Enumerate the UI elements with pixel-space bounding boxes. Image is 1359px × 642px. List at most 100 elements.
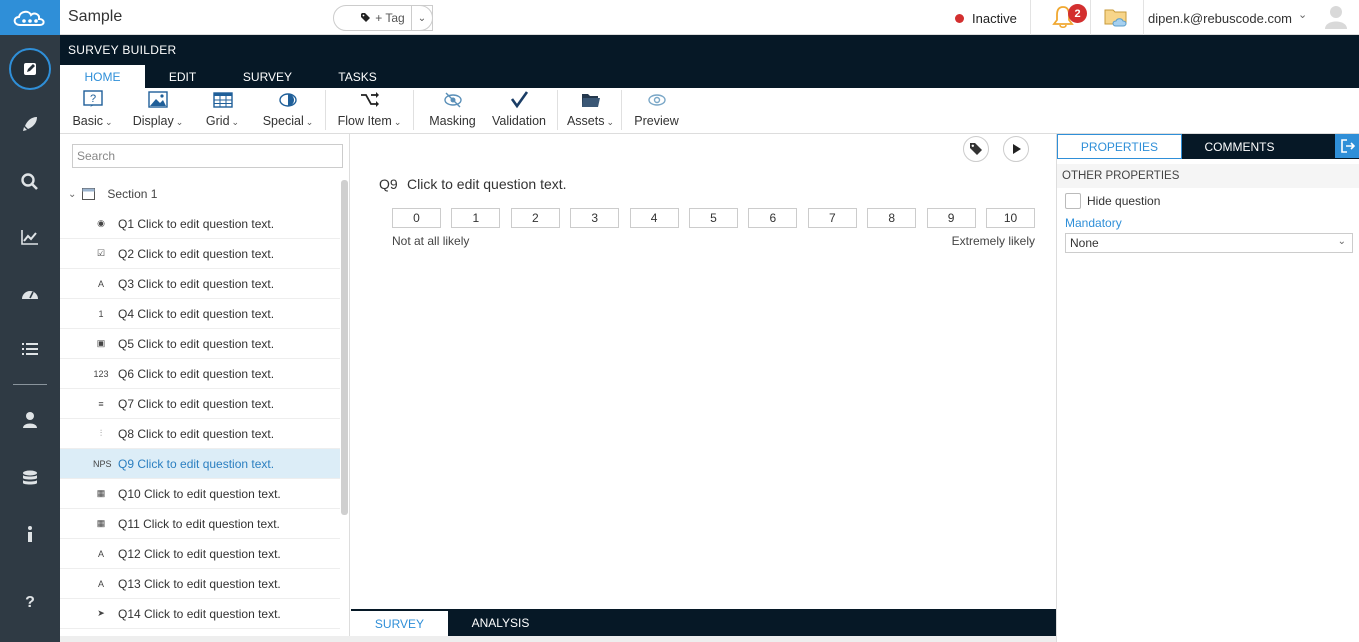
preview-button[interactable]: Preview — [628, 90, 685, 130]
tab-survey-view[interactable]: SURVEY — [351, 609, 448, 636]
basic-button[interactable]: ? Basic ⌄ — [70, 90, 115, 130]
chevron-down-icon: ⌄ — [393, 117, 402, 127]
question-list-item[interactable]: NPS Q9 Click to edit question text. — [60, 449, 340, 479]
svg-text:?: ? — [25, 594, 35, 611]
play-preview-button[interactable] — [1003, 136, 1029, 162]
tab-analysis[interactable]: ANALYSIS — [453, 609, 548, 636]
grid-label: Grid — [205, 114, 230, 128]
question-panel: ⌄ Section 1 ◉ Q1 Click to edit question t… — [60, 134, 350, 642]
flow-item-label: Flow Item — [337, 114, 392, 128]
tag-icon — [970, 143, 982, 155]
survey-status[interactable]: Inactive — [955, 11, 1017, 26]
flow-item-button[interactable]: Flow Item ⌄ — [332, 90, 407, 130]
special-button[interactable]: Special ⌄ — [258, 90, 318, 130]
nps-scale-option[interactable]: 2 — [510, 208, 560, 228]
nav-contacts[interactable] — [0, 400, 60, 440]
question-list-item[interactable]: ▣ Q5 Click to edit question text. — [60, 329, 340, 359]
question-list-item[interactable]: ≡ Q7 Click to edit question text. — [60, 389, 340, 419]
question-list-item[interactable]: ➤ Q14 Click to edit question text. — [60, 599, 340, 629]
tab-comments[interactable]: COMMENTS — [1182, 134, 1297, 159]
app-logo[interactable] — [0, 0, 60, 35]
nav-reports[interactable] — [0, 217, 60, 257]
nav-database[interactable] — [0, 459, 60, 499]
tab-properties[interactable]: PROPERTIES — [1057, 134, 1182, 159]
question-canvas: Q9 Click to edit question text. 01234567… — [351, 134, 1056, 609]
scrollbar[interactable] — [341, 180, 348, 515]
grid-button[interactable]: Grid ⌄ — [200, 90, 245, 130]
display-button[interactable]: Display ⌄ — [128, 90, 188, 130]
special-eye-icon — [279, 93, 297, 107]
preview-label: Preview — [634, 114, 679, 128]
nps-scale-option[interactable]: 0 — [392, 208, 441, 228]
question-list-item[interactable]: 1 Q4 Click to edit question text. — [60, 299, 340, 329]
collapse-panel-button[interactable] — [1335, 134, 1359, 158]
nav-launch[interactable] — [0, 104, 60, 144]
flow-icon — [360, 92, 379, 107]
nps-scale-option[interactable]: 3 — [570, 208, 620, 228]
question-text[interactable]: Click to edit question text. — [407, 176, 567, 192]
person-icon — [23, 412, 37, 428]
tab-survey[interactable]: SURVEY — [230, 65, 305, 88]
question-type-icon: A — [97, 278, 104, 289]
question-list-item[interactable]: ▦ Q11 Click to edit question text. — [60, 509, 340, 539]
question-type-icon: ▦ — [96, 518, 106, 528]
question-list-item[interactable]: A Q13 Click to edit question text. — [60, 569, 340, 599]
tab-home[interactable]: HOME — [60, 65, 145, 88]
assets-button[interactable]: Assets ⌄ — [563, 90, 618, 130]
info-icon — [28, 526, 32, 542]
nav-edit[interactable] — [0, 48, 60, 90]
question-list-item[interactable]: A Q12 Click to edit question text. — [60, 539, 340, 569]
special-label: Special — [262, 114, 304, 128]
hide-question-checkbox[interactable] — [1065, 193, 1081, 209]
chevron-down-icon: ⌄ — [1337, 236, 1346, 247]
nav-info[interactable] — [0, 514, 60, 554]
tab-edit[interactable]: EDIT — [145, 65, 220, 88]
tab-tasks[interactable]: TASKS — [320, 65, 395, 88]
nps-scale-option[interactable]: 5 — [689, 208, 738, 228]
nav-search[interactable] — [0, 162, 60, 202]
chevron-down-icon[interactable]: ⌄ — [1298, 8, 1307, 21]
masking-button[interactable]: Masking — [425, 90, 480, 130]
chevron-down-icon[interactable]: ⌄ — [68, 189, 76, 200]
tag-icon — [361, 13, 371, 22]
question-list-item[interactable]: ▦ Q10 Click to edit question text. — [60, 479, 340, 509]
question-box-icon: ? — [82, 90, 103, 107]
hide-question-label[interactable]: Hide question — [1087, 194, 1160, 208]
topbar-divider — [1143, 0, 1144, 35]
user-avatar-icon[interactable] — [1324, 4, 1348, 30]
database-icon — [23, 470, 37, 485]
section-header[interactable]: ⌄ Section 1 — [68, 182, 157, 206]
question-list-item[interactable]: ◉ Q1 Click to edit question text. — [60, 209, 340, 239]
nav-dashboard[interactable] — [0, 274, 60, 314]
survey-title[interactable]: Sample — [68, 8, 122, 26]
basic-label: Basic — [72, 114, 104, 128]
question-list-item[interactable]: 123 Q6 Click to edit question text. — [60, 359, 340, 389]
nav-help[interactable]: ? — [0, 581, 60, 621]
nps-scale-option[interactable]: 4 — [629, 208, 679, 228]
nps-scale-option[interactable]: 6 — [748, 208, 798, 228]
play-icon — [1013, 144, 1021, 154]
high-anchor-label[interactable]: Extremely likely — [952, 234, 1035, 248]
nps-scale-option[interactable]: 8 — [867, 208, 917, 228]
mandatory-select[interactable]: None ⌄ — [1065, 233, 1353, 253]
user-email[interactable]: dipen.k@rebuscode.com — [1148, 11, 1292, 26]
low-anchor-label[interactable]: Not at all likely — [392, 234, 469, 248]
question-list-item[interactable]: ☑ Q2 Click to edit question text. — [60, 239, 340, 269]
image-icon — [148, 91, 168, 108]
question-number: Q9 — [379, 176, 398, 192]
cloud-folder-icon[interactable] — [1104, 6, 1130, 28]
question-item-label: Q14 Click to edit question text. — [118, 606, 281, 621]
question-item-label: Q10 Click to edit question text. — [118, 486, 281, 501]
validation-button[interactable]: Validation — [488, 90, 550, 130]
nps-scale-option[interactable]: 7 — [807, 208, 857, 228]
nav-list[interactable] — [0, 329, 60, 369]
tag-question-button[interactable] — [963, 136, 989, 162]
folder-icon — [581, 94, 600, 107]
question-type-icon: 1 — [98, 308, 104, 319]
question-list-item[interactable]: ⫶ Q8 Click to edit question text. — [60, 419, 340, 449]
nps-scale-option[interactable]: 10 — [986, 208, 1035, 228]
nps-scale-option[interactable]: 9 — [926, 208, 976, 228]
question-list-item[interactable]: A Q3 Click to edit question text. — [60, 269, 340, 299]
search-input[interactable] — [72, 144, 343, 168]
nps-scale-option[interactable]: 1 — [451, 208, 501, 228]
